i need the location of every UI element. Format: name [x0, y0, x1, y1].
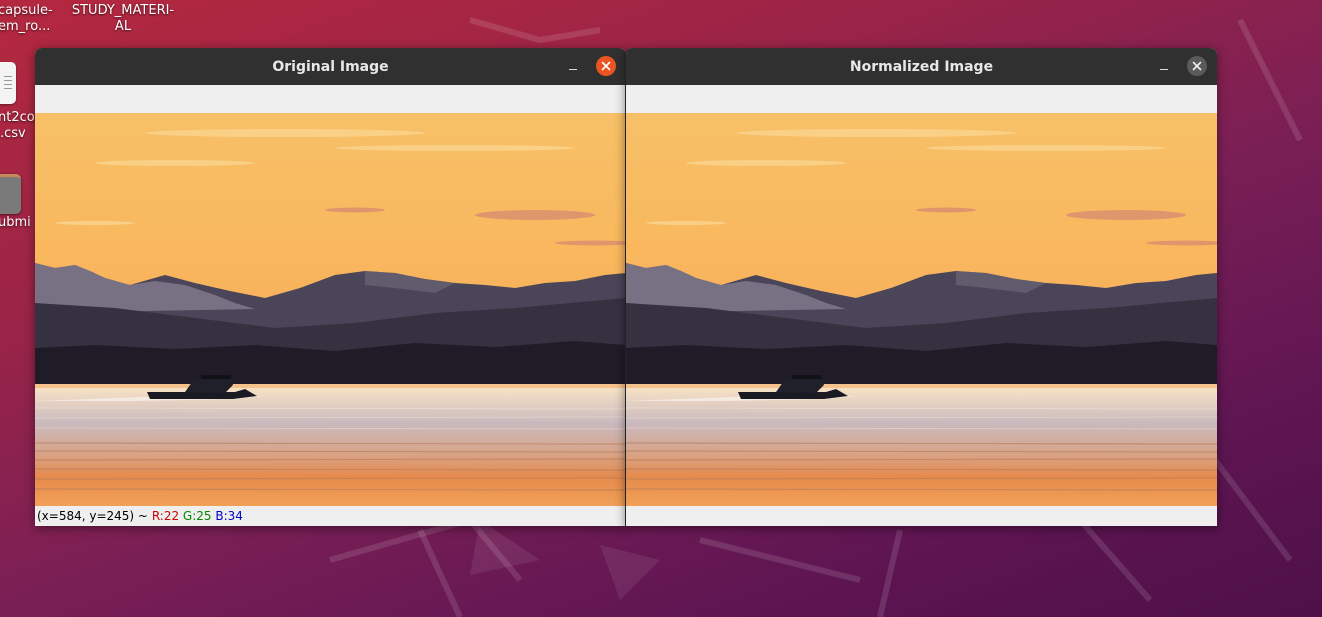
- pixel-info-statusbar: (x=584, y=245) ~ R:22 G:25 B:34: [35, 506, 626, 526]
- pixel-info-statusbar: [626, 506, 1217, 526]
- window-toolbar: [35, 85, 626, 113]
- red-value: R:22: [151, 509, 180, 523]
- app-file-icon[interactable]: [0, 174, 21, 214]
- desktop-icon-label-csv[interactable]: nt2co .csv: [0, 110, 35, 142]
- minimize-button[interactable]: [563, 56, 583, 76]
- window-title: Normalized Image: [849, 58, 994, 75]
- green-value: G:25: [182, 509, 212, 523]
- normalized-image-window[interactable]: Normalized Image: [625, 48, 1217, 526]
- original-image-canvas[interactable]: [35, 113, 626, 506]
- cursor-coordinates: (x=584, y=245) ~: [37, 509, 148, 523]
- close-icon: [601, 61, 611, 71]
- window-title: Original Image: [272, 58, 389, 75]
- normalized-image-canvas[interactable]: [626, 113, 1217, 506]
- desktop-icon-label-capsule[interactable]: capsule- em_ro...: [0, 3, 53, 35]
- window-toolbar: [626, 85, 1217, 113]
- normalized-image-titlebar[interactable]: Normalized Image: [626, 48, 1217, 85]
- desktop-icon-label-study-material[interactable]: STUDY_MATERI- AL: [68, 3, 178, 35]
- desktop-icon-label-submit[interactable]: ubmi: [0, 215, 31, 231]
- blue-value: B:34: [215, 509, 243, 523]
- close-button[interactable]: [596, 56, 616, 76]
- close-button[interactable]: [1187, 56, 1207, 76]
- minimize-icon: [1160, 69, 1168, 70]
- minimize-button[interactable]: [1154, 56, 1174, 76]
- close-icon: [1192, 61, 1202, 71]
- minimize-icon: [569, 69, 577, 70]
- document-file-icon[interactable]: [0, 62, 16, 104]
- original-image-window[interactable]: Original Image (x=584, y=245) ~ R:22 G:2…: [35, 48, 626, 526]
- sunset-lake-image: [35, 113, 626, 506]
- original-image-titlebar[interactable]: Original Image: [35, 48, 626, 85]
- sunset-lake-image: [626, 113, 1217, 506]
